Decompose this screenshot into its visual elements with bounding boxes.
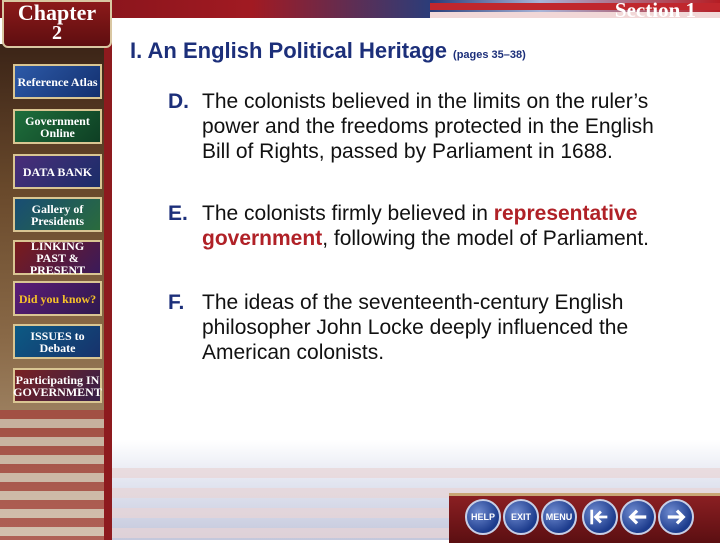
item-letter: E. xyxy=(168,202,188,225)
menu-label: MENU xyxy=(545,512,573,522)
exit-label: EXIT xyxy=(510,512,531,522)
page-title: I. An English Political Heritage (pages 3… xyxy=(130,38,526,64)
government-online-label: Government Online xyxy=(25,113,90,140)
gallery-of-presidents-button[interactable]: Gallery of Presidents xyxy=(13,197,102,232)
menu-button[interactable]: MENU xyxy=(541,499,577,535)
list-item: F. The ideas of the seventeenth-century … xyxy=(168,290,698,365)
did-you-know-label: Did you know? xyxy=(18,291,97,306)
participating-in-government-label: Participating IN GOVERNMENT xyxy=(13,372,102,399)
linking-past-present-button[interactable]: LINKING PAST & PRESENT xyxy=(13,238,102,277)
help-button[interactable]: HELP xyxy=(465,499,501,535)
bottom-flag-stripe xyxy=(112,468,720,478)
page-range: (pages 35–38) xyxy=(453,49,526,61)
back-button[interactable] xyxy=(620,499,656,535)
heading-text: I. An English Political Heritage xyxy=(130,38,448,63)
reference-atlas-button[interactable]: Reference Atlas xyxy=(13,64,102,99)
did-you-know-button[interactable]: Did you know? xyxy=(13,281,102,316)
data-bank-label: DATA BANK xyxy=(22,164,93,179)
item-letter: F. xyxy=(168,291,185,314)
issues-to-debate-label: ISSUES to Debate xyxy=(30,328,85,355)
exit-button[interactable]: EXIT xyxy=(503,499,539,535)
next-button[interactable] xyxy=(658,499,694,535)
item-text: The colonists firmly believed in represe… xyxy=(168,201,678,251)
government-online-button[interactable]: Government Online xyxy=(13,109,102,144)
item-letter: D. xyxy=(168,90,189,113)
participating-in-government-button[interactable]: Participating IN GOVERNMENT xyxy=(13,368,102,403)
sidebar-flag-decoration xyxy=(0,410,112,540)
section-label: Section 1 xyxy=(614,0,696,22)
item-text-after: , following the model of Parliament. xyxy=(322,227,650,250)
item-text: The ideas of the seventeenth-century Eng… xyxy=(202,291,629,364)
help-label: HELP xyxy=(470,512,495,522)
chapter-badge: Chapter 2 xyxy=(2,0,112,48)
next-arrow-icon xyxy=(667,509,686,525)
data-bank-button[interactable]: DATA BANK xyxy=(13,154,102,189)
linking-past-present-label: LINKING PAST & PRESENT xyxy=(29,238,86,277)
previous-button[interactable] xyxy=(582,499,618,535)
list-item: D. The colonists believed in the limits … xyxy=(168,89,678,164)
sidebar-divider xyxy=(104,0,112,540)
list-item: E. The colonists firmly believed in repr… xyxy=(168,201,678,251)
issues-to-debate-button[interactable]: ISSUES to Debate xyxy=(13,324,102,359)
chapter-word: Chapter xyxy=(17,0,97,25)
previous-arrow-icon xyxy=(590,509,608,525)
reference-atlas-label: Reference Atlas xyxy=(17,74,98,89)
chapter-number: 2 xyxy=(52,22,62,44)
item-text: The colonists believed in the limits on … xyxy=(202,90,654,163)
back-arrow-icon xyxy=(628,509,647,525)
item-text-before: The colonists firmly believed in xyxy=(202,202,494,225)
gallery-of-presidents-label: Gallery of Presidents xyxy=(30,201,85,228)
